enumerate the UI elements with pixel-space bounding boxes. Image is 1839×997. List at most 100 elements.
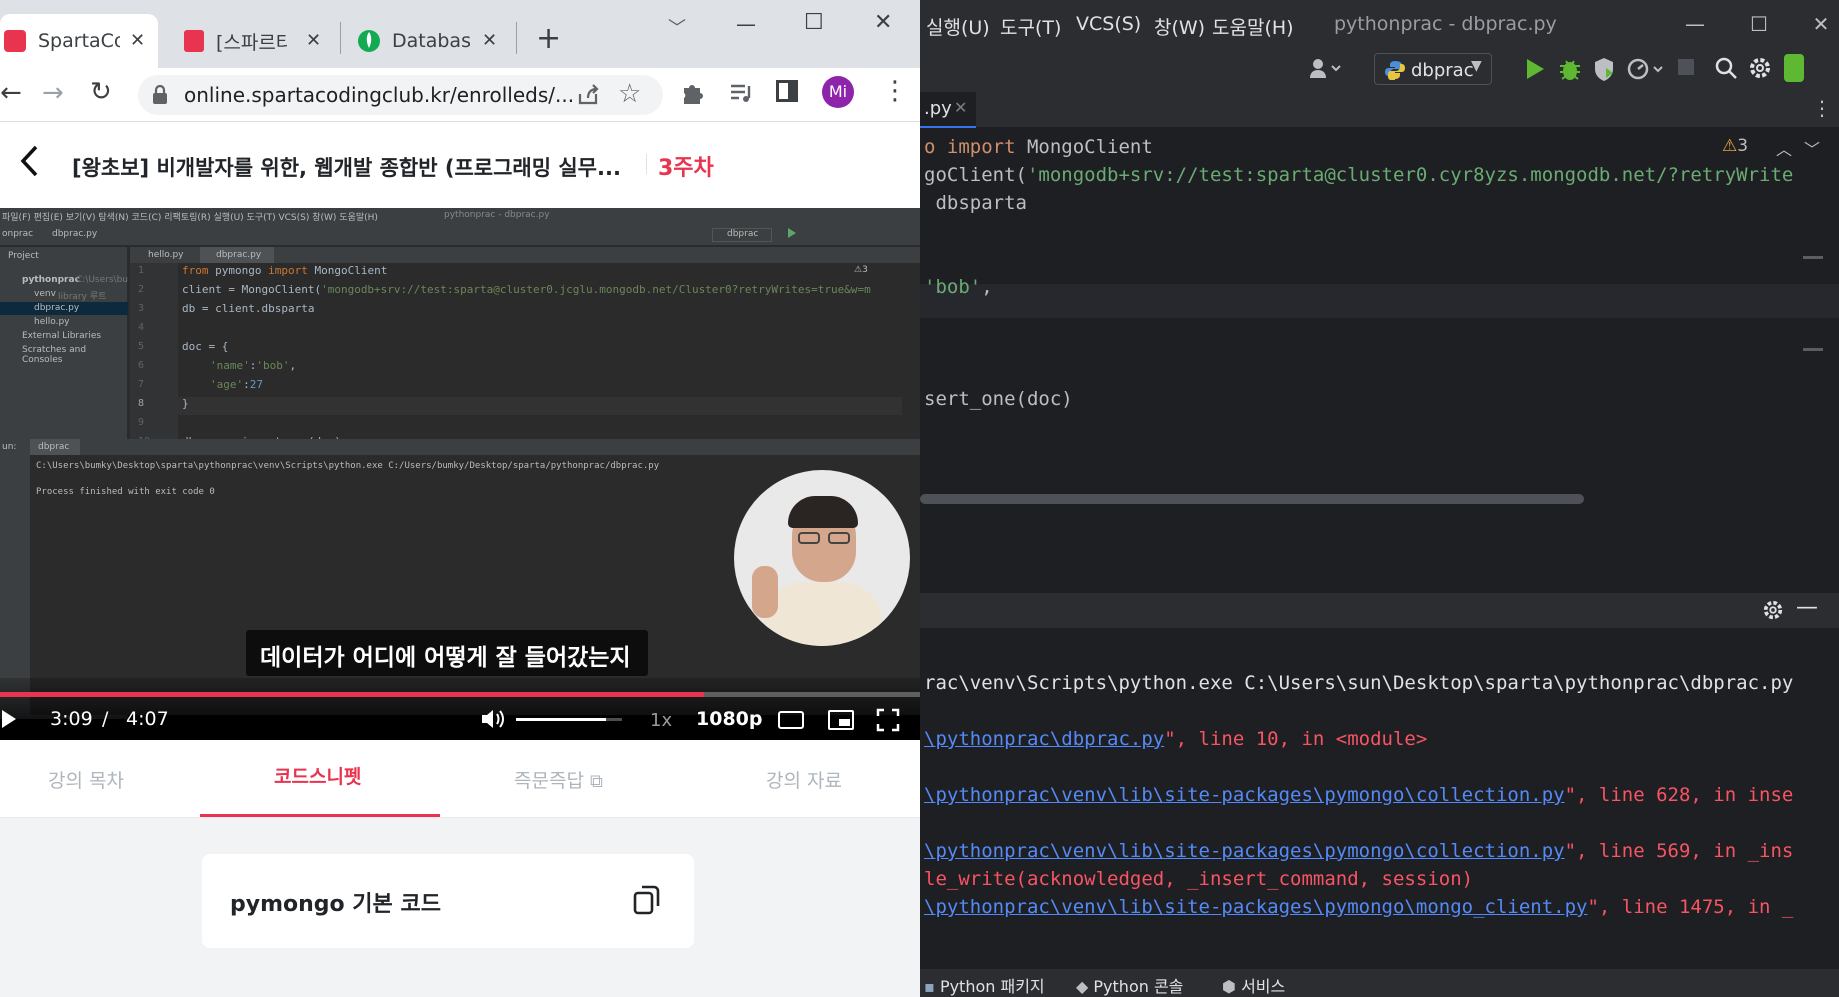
minimize-icon[interactable]: — bbox=[1680, 12, 1710, 36]
chevron-up-icon[interactable]: ︿ bbox=[1776, 136, 1792, 160]
console-line: \pythonprac\dbprac.py", line 10, in <mod… bbox=[924, 728, 1428, 750]
window-title: pythonprac - dbprac.py bbox=[1334, 13, 1557, 35]
current-line-highlight bbox=[920, 284, 1839, 318]
snippet-card[interactable]: pymongo 기본 코드 bbox=[202, 854, 694, 948]
play-icon[interactable] bbox=[0, 708, 18, 730]
close-tab-icon[interactable]: ✕ bbox=[482, 30, 497, 51]
chevron-down-icon[interactable]: ﹀ bbox=[1804, 136, 1820, 160]
duration: 4:07 bbox=[126, 708, 169, 730]
plugin-icon[interactable] bbox=[1784, 54, 1804, 82]
volume-icon[interactable] bbox=[480, 708, 506, 730]
tab-qa[interactable]: 즉문즉답 ⧉ bbox=[514, 766, 603, 793]
extensions-icon[interactable] bbox=[680, 80, 706, 106]
video-progress-track[interactable] bbox=[0, 692, 920, 697]
coverage-icon[interactable] bbox=[1592, 56, 1616, 82]
profile-icon[interactable] bbox=[1626, 56, 1666, 82]
back-chevron-icon[interactable] bbox=[18, 144, 40, 178]
fullscreen-icon[interactable] bbox=[876, 708, 900, 732]
traceback-link[interactable]: \pythonprac\dbprac.py bbox=[924, 728, 1164, 750]
side-panel-icon[interactable] bbox=[776, 80, 798, 102]
maximize-icon[interactable]: ☐ bbox=[804, 10, 824, 35]
media-control-icon[interactable] bbox=[728, 80, 754, 106]
gear-icon[interactable] bbox=[1762, 599, 1784, 621]
python-icon: ◆ bbox=[1076, 977, 1089, 996]
run-panel-header: — bbox=[920, 593, 1839, 628]
tab-code-snippet[interactable]: 코드스니펫 bbox=[274, 762, 361, 789]
stop-icon[interactable] bbox=[1678, 59, 1694, 75]
editor-tab-dbprac[interactable]: .py ✕ bbox=[920, 92, 976, 128]
traceback-link[interactable]: \pythonprac\venv\lib\site-packages\pymon… bbox=[924, 840, 1565, 862]
close-icon[interactable]: ✕ bbox=[874, 10, 892, 35]
close-tab-icon[interactable]: ✕ bbox=[130, 30, 145, 51]
back-icon[interactable]: ← bbox=[0, 78, 22, 108]
run-console[interactable]: rac\venv\Scripts\python.exe C:\Users\sun… bbox=[920, 628, 1839, 968]
menu-run[interactable]: 실행(U) bbox=[926, 13, 990, 40]
menu-window[interactable]: 창(W) bbox=[1154, 13, 1205, 40]
debug-icon[interactable] bbox=[1558, 56, 1582, 82]
menu-tools[interactable]: 도구(T) bbox=[1000, 13, 1061, 40]
run-config-label: dbprac bbox=[1411, 60, 1474, 81]
video-subtitle: 데이터가 어디에 어떻게 잘 들어갔는지 bbox=[260, 645, 631, 671]
lock-icon bbox=[152, 85, 168, 105]
copy-icon[interactable] bbox=[632, 884, 662, 916]
url-text: online.spartacodingclub.kr/enrolleds/... bbox=[184, 83, 575, 107]
browser-tab[interactable]: [스파르타 ✕ bbox=[172, 14, 332, 68]
code-editor[interactable]: o import MongoClient goClient('mongodb+s… bbox=[920, 128, 1839, 593]
services-button[interactable]: ⬢ 서비스 bbox=[1222, 973, 1285, 997]
code-line-1: o import MongoClient bbox=[924, 136, 1153, 158]
browser-tab-active[interactable]: SpartaCoc ✕ bbox=[0, 14, 158, 68]
console-line: \pythonprac\venv\lib\site-packages\pymon… bbox=[924, 896, 1794, 918]
reload-icon[interactable]: ↻ bbox=[90, 77, 112, 107]
python-console-button[interactable]: ◆ Python 콘솔 bbox=[1076, 973, 1183, 997]
run-config-select[interactable]: dbprac ▼ bbox=[1374, 53, 1492, 85]
title-divider bbox=[646, 154, 647, 174]
week-badge: 3주차 bbox=[658, 156, 714, 181]
video-progress-fill bbox=[0, 692, 704, 697]
close-icon[interactable]: ✕ bbox=[1806, 12, 1836, 36]
traceback-link[interactable]: \pythonprac\venv\lib\site-packages\pymon… bbox=[924, 896, 1587, 918]
captions-icon[interactable] bbox=[778, 711, 804, 729]
user-icon[interactable] bbox=[1308, 56, 1344, 80]
run-icon[interactable] bbox=[1524, 57, 1546, 81]
playback-speed[interactable]: 1x bbox=[650, 710, 672, 731]
time-separator: / bbox=[102, 708, 109, 730]
maximize-icon[interactable]: ☐ bbox=[1744, 12, 1774, 36]
volume-slider[interactable] bbox=[516, 718, 622, 721]
python-packages-button[interactable]: ▪ Python 패키지 bbox=[924, 973, 1045, 997]
close-tab-icon[interactable]: ✕ bbox=[306, 30, 321, 51]
close-tab-icon[interactable]: ✕ bbox=[954, 98, 967, 117]
forward-icon[interactable]: → bbox=[42, 78, 64, 108]
more-vertical-icon[interactable]: ⋮ bbox=[882, 76, 908, 106]
search-icon[interactable] bbox=[1714, 56, 1738, 80]
console-line: le_write(acknowledged, _insert_command, … bbox=[924, 868, 1474, 890]
tab-toc[interactable]: 강의 목차 bbox=[48, 766, 124, 793]
bookmark-star-icon[interactable]: ☆ bbox=[618, 79, 641, 109]
video-controls: 3:09 / 4:07 1x 1080p bbox=[0, 678, 920, 740]
mongodb-leaf-icon bbox=[358, 28, 380, 54]
profile-avatar[interactable]: Mi bbox=[822, 76, 854, 108]
video-editor-tabs: hello.py dbprac.py bbox=[130, 247, 920, 263]
gear-icon[interactable] bbox=[1748, 56, 1772, 80]
new-tab-button[interactable]: + bbox=[536, 24, 561, 54]
video-ide-toolbar: onprac dbprac.py dbprac bbox=[0, 224, 920, 246]
current-time: 3:09 bbox=[50, 708, 93, 730]
picture-in-picture-icon[interactable] bbox=[828, 710, 854, 730]
menu-vcs[interactable]: VCS(S) bbox=[1076, 13, 1141, 35]
menu-help[interactable]: 도움말(H) bbox=[1212, 13, 1294, 40]
tab-materials[interactable]: 강의 자료 bbox=[766, 766, 842, 793]
video-player[interactable]: 파일(F) 편집(E) 보기(V) 탐색(N) 코드(C) 리팩토링(R) 실행… bbox=[0, 208, 920, 740]
share-icon[interactable] bbox=[576, 82, 602, 108]
warning-icon: ⚠ bbox=[1722, 136, 1738, 156]
quality-setting[interactable]: 1080p bbox=[696, 708, 762, 730]
address-bar[interactable]: online.spartacodingclub.kr/enrolleds/...… bbox=[138, 75, 663, 115]
browser-tab[interactable]: Database ✕ bbox=[348, 14, 508, 68]
horizontal-scrollbar[interactable] bbox=[920, 494, 1584, 504]
minimize-panel-icon[interactable]: — bbox=[1796, 595, 1818, 620]
editor-tab-label: .py bbox=[924, 98, 952, 119]
snippet-content: pymongo 기본 코드 bbox=[0, 818, 920, 997]
minimize-icon[interactable]: — bbox=[736, 12, 756, 36]
tab-search-chevron-icon[interactable]: ﹀ bbox=[668, 14, 686, 40]
traceback-link[interactable]: \pythonprac\venv\lib\site-packages\pymon… bbox=[924, 784, 1565, 806]
more-vertical-icon[interactable]: ⋮ bbox=[1812, 96, 1832, 120]
warning-indicator[interactable]: ⚠3 bbox=[1722, 136, 1748, 156]
